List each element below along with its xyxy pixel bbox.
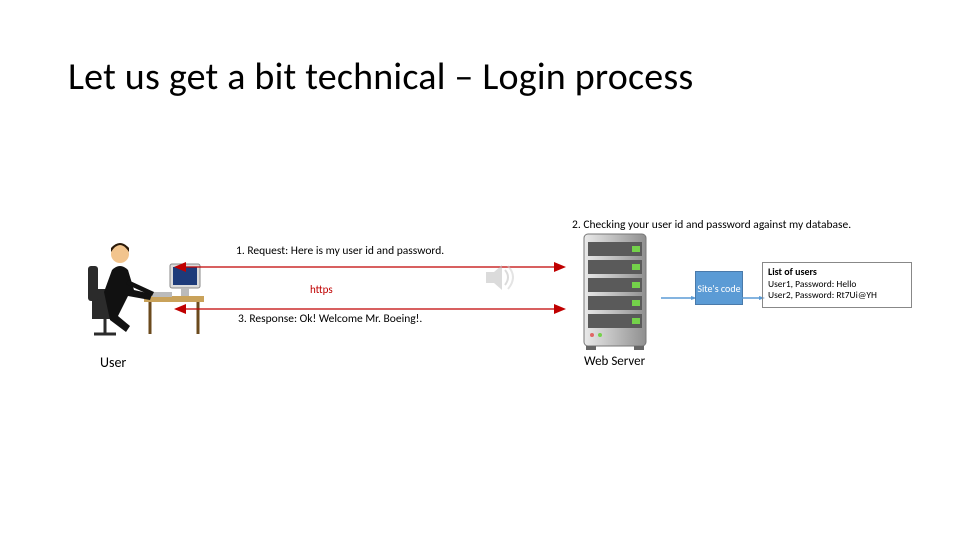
slide-title: Let us get a bit technical – Login proce…: [68, 54, 693, 100]
site-code-label: Site's code: [697, 283, 740, 294]
user-list-box: List of users User1, Password: Hello Use…: [762, 262, 912, 308]
server-icon: [572, 232, 662, 352]
step-2-text: 2. Checking your user id and password ag…: [572, 218, 851, 232]
https-label: https: [310, 283, 333, 296]
response-arrow: [174, 301, 566, 313]
speaker-icon: [484, 260, 514, 295]
user-list-header: List of users: [768, 266, 906, 279]
user-icon: [82, 234, 212, 344]
server-label: Web Server: [584, 354, 645, 369]
user-list-row-2: User2, Password: Rt7Ui@YH: [768, 290, 906, 302]
step-1-text: 1. Request: Here is my user id and passw…: [236, 244, 444, 258]
site-code-box: Site's code: [695, 271, 743, 305]
connector-arrow: [661, 286, 697, 290]
slide: Let us get a bit technical – Login proce…: [0, 0, 960, 540]
user-label: User: [100, 354, 126, 371]
